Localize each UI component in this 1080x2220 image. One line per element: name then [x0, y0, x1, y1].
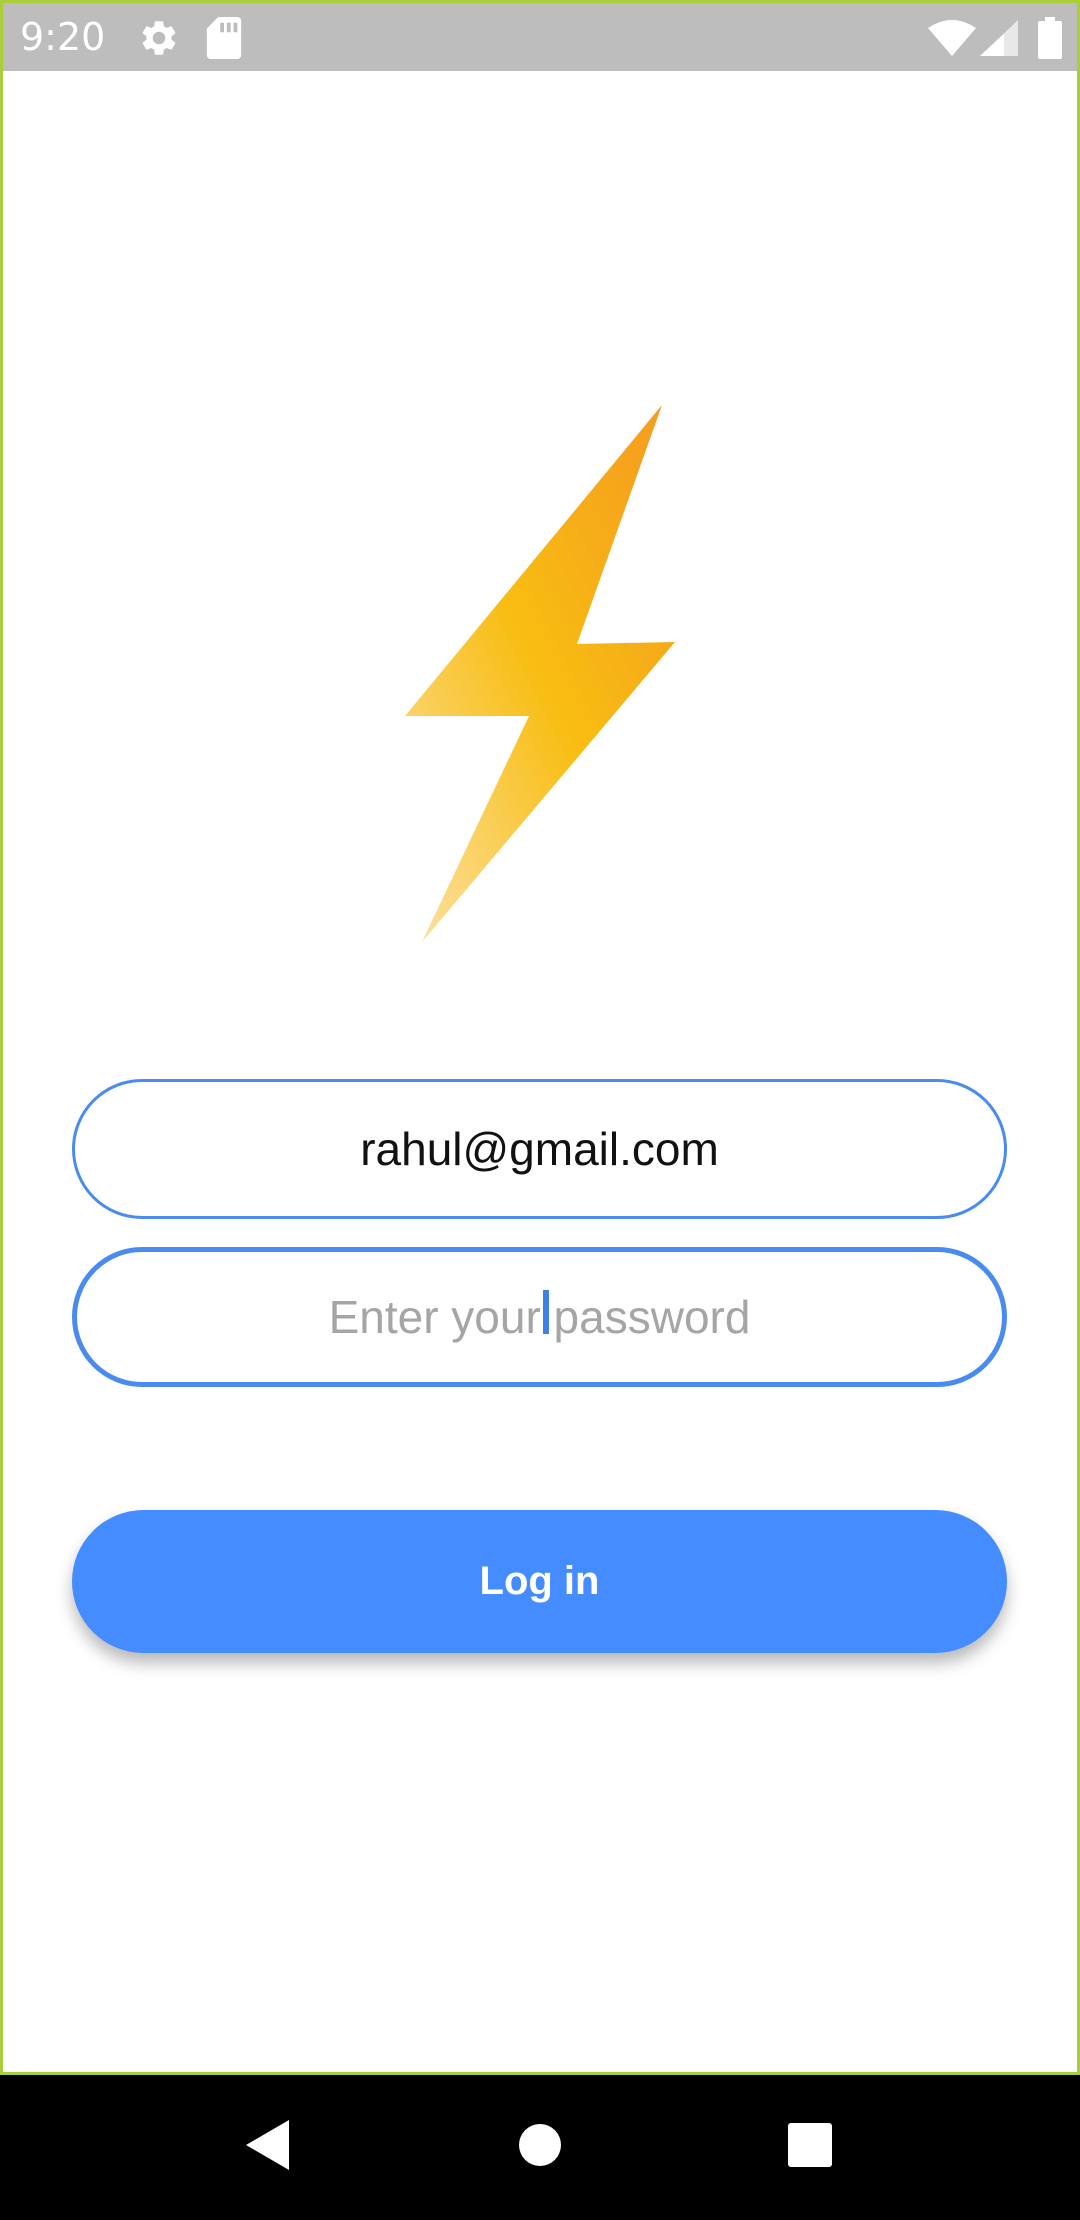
- lightning-bolt-icon: [400, 400, 680, 945]
- login-button[interactable]: Log in: [72, 1510, 1007, 1653]
- email-value: rahul@gmail.com: [360, 1123, 719, 1175]
- text-cursor: [542, 1290, 549, 1334]
- battery-icon: [1038, 17, 1062, 64]
- home-icon: [518, 2123, 562, 2172]
- back-icon: [243, 2118, 293, 2177]
- status-bar: 9:20: [0, 0, 1080, 71]
- wifi-icon: [928, 20, 976, 61]
- navigation-bar: [0, 2075, 1080, 2220]
- recents-button[interactable]: [750, 2075, 870, 2220]
- recents-icon: [787, 2122, 833, 2173]
- home-button[interactable]: [480, 2075, 600, 2220]
- password-placeholder-wrap: Enter your password: [328, 1290, 751, 1344]
- login-button-label: Log in: [479, 1559, 600, 1603]
- cell-signal-icon: [980, 20, 1018, 61]
- back-button[interactable]: [208, 2075, 328, 2220]
- sd-card-icon: [206, 17, 242, 64]
- password-placeholder: Enter your password: [328, 1291, 751, 1343]
- password-field[interactable]: Enter your password: [72, 1247, 1007, 1387]
- app-frame: [0, 0, 1080, 2075]
- status-time: 9:20: [20, 15, 106, 59]
- email-field[interactable]: rahul@gmail.com: [72, 1079, 1007, 1219]
- settings-icon: [138, 17, 180, 64]
